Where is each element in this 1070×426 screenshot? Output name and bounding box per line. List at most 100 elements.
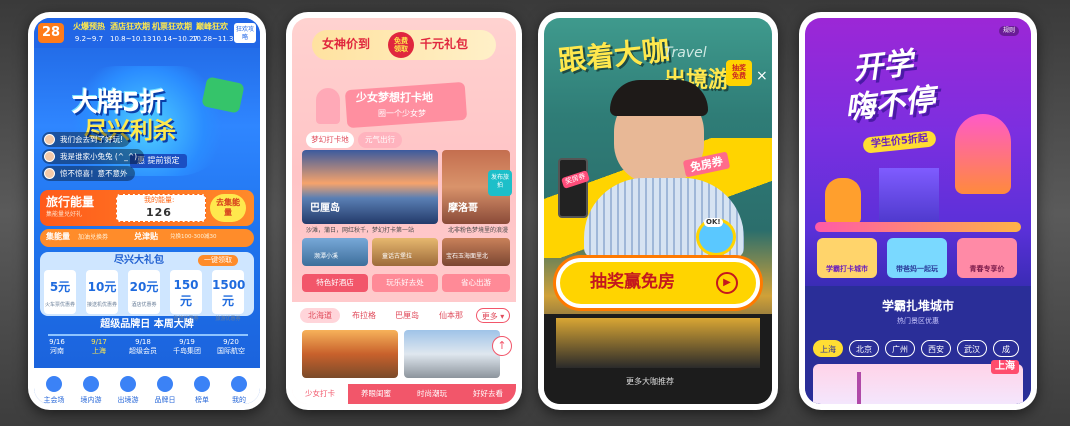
nav-outbound[interactable]: 出境游 — [110, 376, 146, 404]
banner-board — [344, 81, 468, 129]
section-title: 学霸扎堆城市 — [881, 299, 954, 313]
nav-brand-day[interactable]: 品牌日 — [147, 376, 183, 404]
tab-fun-places[interactable]: 玩乐好去处 — [372, 274, 438, 292]
card2-screen: 女神价到 免费领取 千元礼包 少女梦想打卡地 圈一个少女梦 梦幻打卡地 元气出行… — [292, 18, 516, 404]
nav-domestic[interactable]: 境内游 — [73, 376, 109, 404]
tab-energy-trip[interactable]: 元气出行 — [358, 132, 402, 148]
headline-left: 跟着大咖 — [556, 33, 672, 78]
phone-in-hand — [558, 158, 588, 218]
coupon-hotel[interactable]: 20元 酒店优惠券 — [128, 270, 160, 314]
lottery-stamp: 抽奖 免费 — [726, 60, 752, 86]
timeline-phase-2[interactable]: 酒店狂欢期 10.8~10.13 — [110, 21, 152, 45]
section-subtitle: 热门景区优惠 — [897, 317, 939, 325]
feature-label: 学霸打卡城市 — [826, 265, 868, 273]
phone-card-1: 28 火爆预热 9.2~9.7 酒店狂欢期 10.8~10.13 机票狂欢期 10.1… — [28, 12, 266, 410]
city-tab-chengdu[interactable]: 成 — [993, 340, 1019, 357]
coupon-cross-border[interactable]: 150元 跨境优惠券 — [170, 270, 202, 322]
chip-more[interactable]: 更多 ▾ — [476, 308, 510, 323]
hotel-photo-2[interactable] — [404, 330, 500, 378]
bottom-tab-besties[interactable]: 养眼闺蜜 — [348, 384, 404, 404]
banner-title: 少女梦想打卡地 — [356, 91, 433, 104]
featured-strip — [556, 318, 760, 368]
city-tab-shanghai[interactable]: 上海 — [813, 340, 843, 357]
back-to-top-icon[interactable]: ↑ — [492, 336, 512, 356]
user-icon — [231, 376, 247, 392]
publish-photo-button[interactable]: 发布旅拍 — [488, 170, 512, 196]
date-line — [48, 334, 248, 336]
avatar-icon — [44, 134, 55, 145]
header-left: 女神价到 — [322, 37, 371, 51]
tab-easy-trip[interactable]: 省心出游 — [442, 274, 510, 292]
phone-card-4: 规则 开学 嗨不停 学生价5折起 学霸打卡城市 带爸妈一起玩 青春专享价 学霸扎… — [799, 12, 1037, 410]
brand-icon — [157, 376, 173, 392]
exchange-sub: 加油兑换券 — [78, 234, 109, 241]
exchange-button[interactable]: 兑津贴 — [134, 233, 158, 241]
photo-small-2[interactable] — [372, 238, 438, 266]
timeline-phase-1[interactable]: 火爆预热 9.2~9.7 — [72, 21, 106, 45]
road-stripe — [815, 222, 1021, 232]
bottom-tab-explore[interactable]: 好好去看 — [460, 384, 516, 404]
close-icon[interactable]: × — [756, 68, 768, 84]
header-right: 千元礼包 — [420, 37, 469, 51]
brand-date-item[interactable]: 9/16 河南 — [40, 338, 74, 356]
mascot-bubble: OK! — [704, 218, 723, 227]
danmu-item: 惊不惊喜！意不意外 — [42, 166, 135, 181]
city-tab-xian[interactable]: 西安 — [921, 340, 951, 357]
exchange-label: 集能量 — [46, 232, 70, 241]
chip-prague[interactable]: 布拉格 — [346, 308, 382, 323]
chip-semporna[interactable]: 仙本那 — [432, 308, 470, 323]
chip-hokkaido[interactable]: 北海道 — [300, 308, 340, 323]
student-illustration — [825, 178, 861, 224]
hotel-photo-1[interactable] — [302, 330, 398, 378]
lottery-button-label: 抽奖赢免房 — [590, 272, 675, 292]
tab-dream-spots[interactable]: 梦幻打卡地 — [306, 132, 354, 148]
nav-mine[interactable]: 我的 — [221, 376, 257, 404]
tab-hotels[interactable]: 特色好酒店 — [302, 274, 368, 292]
super-brand-day: 超级品牌日 本周大牌 — [100, 319, 194, 330]
rule-link[interactable]: 规则 — [999, 26, 1020, 36]
rule-button[interactable]: 狂欢攻略 — [234, 23, 256, 43]
city-tab-wuhan[interactable]: 武汉 — [957, 340, 987, 357]
chip-bali[interactable]: 巴厘岛 — [388, 308, 426, 323]
timeline-phase-4[interactable]: 巅峰狂欢 10.28~11.3 — [192, 21, 234, 45]
city-tab-guangzhou[interactable]: 广州 — [885, 340, 915, 357]
girl-illustration — [316, 88, 340, 124]
claim-all-button[interactable]: 一键领取 — [198, 255, 238, 266]
anniversary-logo: 28 — [38, 23, 64, 43]
phone-card-3: 跟着大咖 出境游 Travel 抽奖 免费 × 奖房券 免房券 OK! 抽奖赢免… — [538, 12, 778, 410]
exchange-note: 兑换100-300减30 — [170, 234, 217, 240]
coupon-train[interactable]: 5元 火车票优惠券 — [44, 270, 76, 314]
phone-card-2: 女神价到 免费领取 千元礼包 少女梦想打卡地 圈一个少女梦 梦幻打卡地 元气出行… — [286, 12, 522, 410]
energy-title: 旅行能量 — [46, 195, 95, 209]
city-tab-beijing[interactable]: 北京 — [849, 340, 879, 357]
celebrity-hair — [610, 80, 708, 116]
brand-date-item[interactable]: 9/20 国际航空 — [214, 338, 248, 356]
bottom-tab-fashion[interactable]: 时尚潮玩 — [404, 384, 460, 404]
plane-icon — [120, 376, 136, 392]
city-morocco: 摩洛哥 — [448, 203, 478, 214]
play-icon: ▶ — [716, 272, 738, 294]
banner-subtitle: 圈一个少女梦 — [378, 109, 426, 118]
gift-package-title: 尽兴大礼包 — [114, 255, 164, 266]
bottom-tab-checkin[interactable]: 少女打卡 — [292, 384, 348, 404]
skater-illustration — [955, 114, 1011, 194]
hero-title-line1: 大牌5折 — [72, 88, 165, 118]
card4-screen: 规则 开学 嗨不停 学生价5折起 学霸打卡城市 带爸妈一起玩 青春专享价 学霸扎… — [805, 18, 1031, 404]
more-celebrities-link[interactable]: 更多大咖推荐 — [626, 378, 674, 386]
energy-value: 126 — [146, 206, 172, 219]
photo-small-1[interactable] — [302, 238, 368, 266]
brand-date-item[interactable]: 9/19 千岛集团 — [170, 338, 204, 356]
photo-small-3[interactable] — [442, 238, 510, 266]
danmu-item: 我是谁家小兔兔 (^_^) — [42, 149, 145, 164]
city-bali-desc: 沙滩，蒲日，网红秋千，梦幻打卡第一站 — [306, 227, 415, 234]
city-morocco-desc: 北非粉色梦境里的浪漫 — [448, 227, 509, 234]
brand-date-item-active[interactable]: 9/17 上海 — [82, 338, 116, 356]
collect-energy-button[interactable]: 去集能量 — [210, 194, 246, 222]
coupon-tour[interactable]: 1500元 旅游优惠券 — [212, 270, 245, 322]
brand-date-item[interactable]: 9/18 超级会员 — [126, 338, 160, 356]
coupon-transfer[interactable]: 10元 接送机优惠券 — [86, 270, 118, 314]
nav-ranking[interactable]: 榜单 — [184, 376, 220, 404]
nav-main-venue[interactable]: 主会场 — [36, 376, 72, 404]
timeline-phase-3[interactable]: 机票狂欢期 10.14~10.27 — [152, 21, 198, 45]
feature-label: 带爸妈一起玩 — [896, 265, 938, 273]
